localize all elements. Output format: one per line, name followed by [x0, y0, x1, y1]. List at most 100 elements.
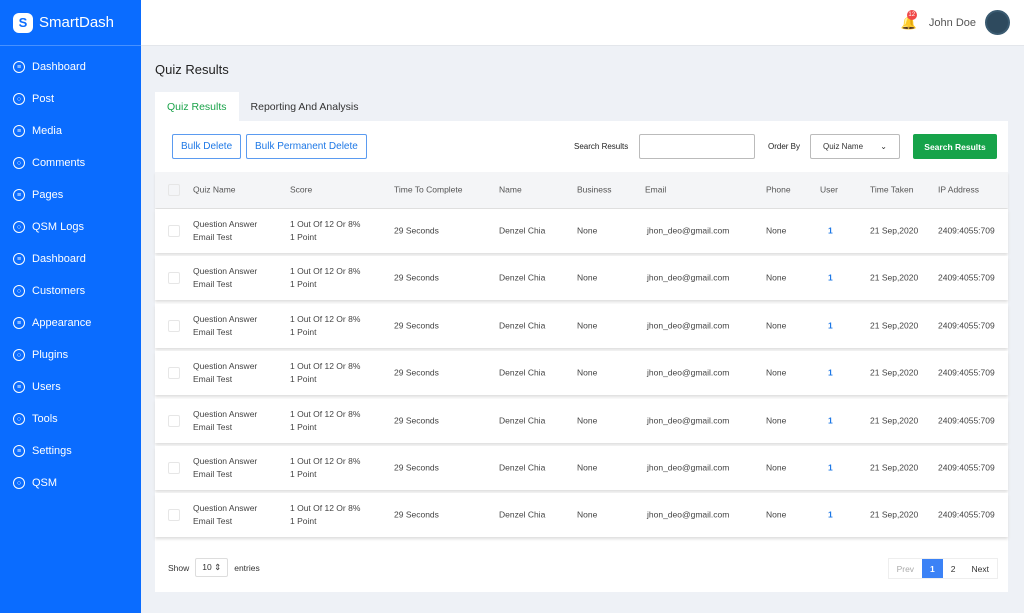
time-cell: 29 Seconds	[394, 509, 439, 520]
score-line1: 1 Out Of 12 Or 8%	[290, 456, 361, 466]
business-cell: None	[577, 225, 598, 236]
user-link[interactable]: 1	[828, 272, 833, 285]
table-row: Question Answer Email Test 1 Out Of 12 Or…	[155, 493, 1008, 538]
sidebar-item-qsm-logs[interactable]: ○ QSM Logs	[0, 211, 141, 243]
bulk-delete-button[interactable]: Bulk Delete	[172, 134, 242, 159]
sidebar-item-pages[interactable]: ≡ Pages	[0, 179, 141, 211]
search-results-button[interactable]: Search Results	[913, 134, 997, 159]
column-header[interactable]: Name	[499, 184, 522, 197]
name-cell: Denzel Chia	[499, 320, 546, 331]
sidebar-item-dashboard[interactable]: ≡ Dashboard	[0, 243, 141, 275]
sidebar-item-customers[interactable]: ○ Customers	[0, 275, 141, 307]
sidebar-item-appearance[interactable]: ≡ Appearance	[0, 307, 141, 339]
user-link[interactable]: 1	[828, 367, 833, 380]
page-2-button[interactable]: 2	[943, 559, 964, 578]
quiz-name-line2: Email Test	[193, 516, 233, 527]
tab-quiz-results[interactable]: Quiz Results	[155, 92, 239, 121]
row-checkbox[interactable]	[168, 319, 180, 332]
next-button[interactable]: Next	[964, 559, 997, 578]
sidebar-item-label: Settings	[32, 445, 72, 457]
column-header[interactable]: Time Taken	[870, 184, 913, 197]
phone-cell: None	[766, 367, 787, 378]
time-cell: 29 Seconds	[394, 320, 439, 331]
sidebar-item-comments[interactable]: ○ Comments	[0, 147, 141, 179]
score-line2: 1 Point	[290, 232, 317, 242]
bell-icon[interactable]: 🔔 12	[901, 9, 917, 31]
time-cell: 29 Seconds	[394, 225, 439, 236]
column-header[interactable]: Business	[577, 184, 612, 197]
sidebar-item-plugins[interactable]: ○ Plugins	[0, 339, 141, 371]
business-cell: None	[577, 367, 598, 378]
quiz-name-line1: Question Answer	[193, 361, 258, 372]
row-checkbox[interactable]	[168, 225, 180, 237]
sidebar-item-dashboard[interactable]: ≡ Dashboard	[0, 51, 141, 83]
logo-icon: S	[13, 12, 33, 33]
quiz-name-line2: Email Test	[193, 421, 233, 432]
user-name[interactable]: John Doe	[929, 17, 976, 29]
sidebar-item-label: Dashboard	[32, 61, 86, 73]
quiz-name-line2: Email Test	[193, 469, 233, 479]
tab-reporting-analysis[interactable]: Reporting And Analysis	[239, 92, 371, 121]
quiz-name-line1: Question Answer	[193, 408, 258, 419]
score-line2: 1 Point	[290, 279, 317, 290]
quiz-name-line2: Email Test	[193, 232, 233, 242]
score-cell: 1 Out Of 12 Or 8% 1 Point	[290, 313, 360, 339]
user-link[interactable]: 1	[828, 414, 833, 427]
row-checkbox[interactable]	[168, 272, 180, 285]
column-header[interactable]: User	[820, 184, 838, 197]
sidebar-item-label: QSM	[32, 477, 58, 489]
column-header[interactable]: IP Address	[938, 184, 979, 197]
tabs: Quiz Results Reporting And Analysis	[155, 92, 371, 121]
time-cell: 29 Seconds	[394, 415, 439, 426]
row-checkbox[interactable]	[168, 462, 180, 474]
order-by-label: Order By	[768, 142, 801, 151]
sidebar-item-post[interactable]: ○ Post	[0, 83, 141, 115]
user-icon: ○	[13, 93, 25, 105]
column-header[interactable]: Quiz Name	[193, 184, 236, 197]
sidebar-item-tools[interactable]: ○ Tools	[0, 403, 141, 435]
time-cell: 29 Seconds	[394, 462, 439, 473]
column-header[interactable]: Score	[290, 184, 312, 197]
score-line1: 1 Out Of 12 Or 8%	[290, 266, 361, 277]
email-cell: jhon_deo@gmail.com	[647, 272, 730, 283]
sidebar-item-label: Dashboard	[32, 253, 86, 265]
score-cell: 1 Out Of 12 Or 8% 1 Point	[290, 455, 360, 481]
brand-name: SmartDash	[39, 14, 115, 31]
entries-value: 10	[202, 562, 212, 572]
user-link[interactable]: 1	[828, 509, 833, 522]
quiz-name-cell: Question Answer Email Test	[193, 218, 257, 244]
brand[interactable]: S SmartDash	[0, 0, 141, 46]
sidebar-item-users[interactable]: ≡ Users	[0, 371, 141, 403]
column-header[interactable]: Email	[645, 184, 666, 197]
sidebar-item-label: Customers	[32, 285, 86, 297]
quiz-name-line2: Email Test	[193, 326, 233, 337]
column-header[interactable]: Phone	[766, 184, 791, 197]
sidebar-item-qsm[interactable]: ○ QSM	[0, 467, 141, 499]
row-checkbox[interactable]	[168, 414, 180, 427]
row-checkbox[interactable]	[168, 367, 180, 380]
order-by-select[interactable]: Quiz Name ⌄	[810, 134, 900, 159]
bulk-permanent-delete-button[interactable]: Bulk Permanent Delete	[246, 134, 367, 159]
time-cell: 29 Seconds	[394, 367, 439, 378]
prev-button[interactable]: Prev	[889, 559, 922, 578]
user-link[interactable]: 1	[828, 462, 833, 475]
column-header[interactable]: Time To Complete	[394, 184, 463, 197]
pagination: Prev 1 2 Next	[887, 558, 998, 579]
sidebar-item-label: Appearance	[32, 317, 92, 329]
page-1-button[interactable]: 1	[922, 559, 943, 578]
score-line1: 1 Out Of 12 Or 8%	[290, 361, 361, 372]
sidebar-item-settings[interactable]: ≡ Settings	[0, 435, 141, 467]
quiz-name-line1: Question Answer	[193, 266, 258, 277]
row-checkbox[interactable]	[168, 509, 180, 522]
entries-select[interactable]: 10 ⇕	[195, 558, 229, 577]
select-all-checkbox[interactable]	[168, 184, 180, 196]
avatar[interactable]	[985, 10, 1010, 35]
search-input[interactable]	[639, 134, 755, 159]
time-taken-cell: 21 Sep,2020	[870, 367, 919, 378]
user-link[interactable]: 1	[828, 225, 833, 238]
user-link[interactable]: 1	[828, 319, 833, 332]
score-cell: 1 Out Of 12 Or 8% 1 Point	[290, 408, 360, 434]
score-line1: 1 Out Of 12 Or 8%	[290, 219, 361, 229]
sidebar-item-media[interactable]: ≡ Media	[0, 115, 141, 147]
list-icon: ≡	[13, 189, 25, 201]
